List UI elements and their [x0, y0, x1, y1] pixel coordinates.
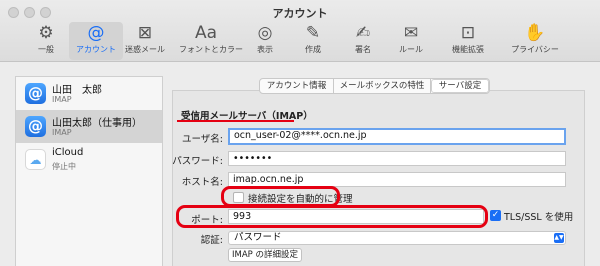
account-type: IMAP: [52, 95, 72, 104]
toolbar-item-7[interactable]: ✉ ルール: [384, 22, 438, 60]
hostname-field[interactable]: imap.ocn.ne.jp: [228, 172, 566, 187]
tab-mailbox-behaviors[interactable]: メールボックスの特性: [334, 79, 431, 93]
font-icon: Aa: [194, 23, 218, 43]
toolbar-item-4[interactable]: ◎ 表示: [238, 22, 292, 60]
toolbar-item-1[interactable]: @ アカウント: [69, 22, 123, 60]
hand-icon: ✋: [524, 23, 546, 43]
toolbar-item-0[interactable]: ⚙ 一般: [19, 22, 73, 60]
account-type: 停止中: [52, 162, 76, 171]
auto-manage-checkbox[interactable]: [233, 192, 244, 203]
toolbar-item-label: 一般: [38, 45, 54, 54]
toolbar-item-6[interactable]: ✍ 署名: [336, 22, 390, 60]
account-list-item[interactable]: @ 山田 太郎 IMAP: [16, 77, 162, 110]
toolbar-item-9[interactable]: ✋ プライバシー: [508, 22, 562, 60]
tls-ssl-checkbox[interactable]: ✓: [490, 210, 501, 221]
toolbar-item-3[interactable]: Aa フォントとカラー: [179, 22, 243, 60]
at-icon: @: [25, 116, 46, 137]
chevron-updown-icon: ▲▼: [554, 233, 564, 243]
toolbar-item-5[interactable]: ✎ 作成: [286, 22, 340, 60]
rules-envelope-icon: ✉: [403, 23, 419, 43]
username-field[interactable]: ocn_user-02@****.ocn.ne.jp: [228, 128, 566, 145]
title-bar: アカウント ⚙ 一般 @ アカウント ⊠ 迷惑メール Aa フォントとカラー ◎ 表示 ✎ 作成 ✍ 署名…: [0, 0, 600, 62]
toolbar-item-label: 迷惑メール: [125, 45, 165, 54]
extensions-icon: ⊡: [460, 23, 476, 43]
preferences-window: アカウント ⚙ 一般 @ アカウント ⊠ 迷惑メール Aa フォントとカラー ◎ 表示 ✎ 作成 ✍ 署名…: [0, 0, 600, 266]
tab-server-settings[interactable]: サーバ設定: [431, 79, 489, 93]
tab-account-info[interactable]: アカウント情報: [260, 79, 334, 93]
account-name: 山田太郎（仕事用）: [52, 118, 142, 129]
account-tabs: アカウント情報 メールボックスの特性 サーバ設定: [259, 78, 490, 94]
toolbar-item-label: ルール: [399, 45, 423, 54]
toolbar-item-label: プライバシー: [511, 45, 559, 54]
authentication-select[interactable]: パスワード ▲▼: [228, 231, 566, 245]
toolbar-item-2[interactable]: ⊠ 迷惑メール: [118, 22, 172, 60]
gear-icon: ⚙: [38, 23, 54, 43]
username-label: ユーザ名:: [181, 134, 223, 145]
heading-red-underline: [177, 120, 294, 122]
account-type: IMAP: [52, 128, 72, 137]
eyeglasses-icon: ◎: [257, 23, 273, 43]
toolbar-item-label: アカウント: [76, 45, 116, 54]
authentication-label: 認証:: [200, 235, 223, 246]
window-title: アカウント: [272, 7, 328, 20]
icloud-icon: ☁: [25, 149, 46, 170]
imap-advanced-settings-button[interactable]: IMAP の詳細設定: [228, 248, 302, 262]
toolbar-item-label: 作成: [305, 45, 321, 54]
at-icon: @: [87, 23, 105, 43]
toolbar-item-label: 機能拡張: [452, 45, 484, 54]
toolbar-item-label: 表示: [257, 45, 273, 54]
toolbar-item-label: 署名: [355, 45, 371, 54]
auto-manage-label: 接続設定を自動的に管理: [248, 194, 353, 205]
port-field[interactable]: 993: [228, 209, 484, 224]
hostname-label: ホスト名:: [181, 177, 223, 188]
password-field[interactable]: •••••••: [228, 151, 566, 166]
compose-icon: ✎: [305, 23, 321, 43]
password-label: パスワード:: [172, 156, 223, 167]
account-name: iCloud: [52, 147, 84, 158]
toolbar-item-8[interactable]: ⊡ 機能拡張: [441, 22, 495, 60]
toolbar-item-label: フォントとカラー: [179, 45, 243, 54]
authentication-value: パスワード: [234, 232, 282, 243]
port-label: ポート:: [191, 215, 223, 226]
account-name: 山田 太郎: [52, 85, 102, 96]
tls-ssl-label: TLS/SSL を使用: [504, 212, 574, 223]
junk-mail-icon: ⊠: [137, 23, 153, 43]
at-icon: @: [25, 83, 46, 104]
signature-icon: ✍: [355, 23, 371, 43]
